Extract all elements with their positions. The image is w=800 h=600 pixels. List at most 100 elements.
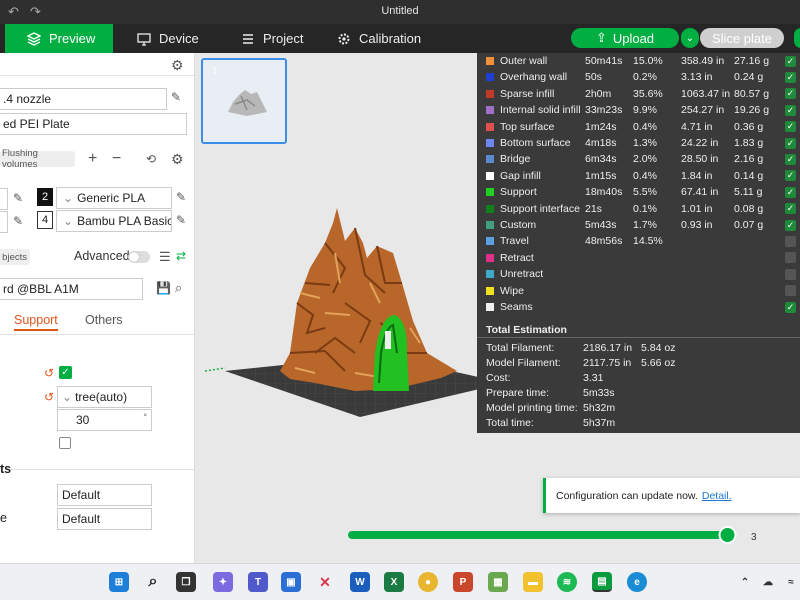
visibility-checkbox[interactable]	[785, 235, 796, 247]
nozzle-select[interactable]: .4 nozzle	[0, 88, 167, 110]
total-v2: 5.66 oz	[641, 357, 676, 369]
visibility-checkbox[interactable]: ✓	[785, 121, 796, 133]
notification-detail-link[interactable]: Detail.	[702, 490, 732, 502]
app-icon[interactable]: ✕	[315, 572, 335, 592]
upload-dropdown[interactable]: ⌄	[681, 28, 699, 48]
edge-icon[interactable]: e	[627, 572, 647, 592]
layer-slider-value: 3	[751, 532, 757, 543]
visibility-checkbox[interactable]: ✓	[785, 203, 796, 215]
upload-button[interactable]: ⇪ Upload	[571, 28, 679, 48]
powerpoint-icon[interactable]: P	[453, 572, 473, 592]
teams-icon[interactable]: T	[248, 572, 268, 592]
chevron-down-icon: ⌄	[62, 390, 73, 404]
tab-support[interactable]: Support	[14, 313, 58, 331]
visibility-checkbox[interactable]: ✓	[785, 104, 796, 116]
default-select-1[interactable]: Default	[57, 484, 152, 506]
edit-icon[interactable]: ✎	[176, 213, 186, 227]
reset-icon[interactable]: ↺	[44, 390, 54, 404]
color-swatch	[486, 221, 494, 229]
bambu-studio-icon[interactable]: ▤	[592, 572, 612, 592]
default-select-2[interactable]: Default	[57, 508, 152, 530]
chrome-icon[interactable]: ●	[418, 572, 438, 592]
tab-calibration[interactable]: Calibration	[337, 24, 421, 53]
task-view-icon[interactable]: ❐	[176, 572, 196, 592]
word-icon[interactable]: W	[350, 572, 370, 592]
visibility-checkbox[interactable]: ✓	[785, 301, 796, 313]
visibility-checkbox[interactable]	[785, 285, 796, 297]
filament-select-4[interactable]: ⌄ Bambu PLA Basic	[56, 210, 172, 232]
edit-icon[interactable]: ✎	[176, 190, 186, 204]
edit-icon[interactable]: ✎	[171, 90, 181, 104]
visibility-checkbox[interactable]: ✓	[785, 153, 796, 165]
visibility-checkbox[interactable]: ✓	[785, 55, 796, 67]
search-icon[interactable]: ⌕	[175, 280, 182, 296]
plate-select[interactable]: ed PEI Plate	[0, 113, 187, 135]
wifi-icon[interactable]: ≈	[781, 572, 800, 592]
toggle-knob	[129, 252, 139, 262]
slice-plate-button[interactable]: Slice plate	[700, 28, 784, 48]
layer-slider-knob[interactable]	[718, 526, 737, 544]
support-type-select[interactable]: ⌄ tree(auto)	[57, 386, 152, 408]
start-icon[interactable]: ⊞	[109, 572, 129, 592]
stat-len: 3.13 in	[681, 71, 713, 84]
list-view-icon[interactable]: ☰	[159, 249, 171, 265]
enable-support-checkbox[interactable]: ✓	[59, 366, 72, 379]
chevron-up-icon[interactable]: ⌃	[735, 572, 755, 592]
stat-pct: 0.4%	[633, 169, 657, 182]
advanced-toggle[interactable]	[128, 251, 150, 263]
overflow-button[interactable]	[794, 28, 800, 48]
visibility-checkbox[interactable]	[785, 268, 796, 280]
stat-pct: 35.6%	[633, 87, 663, 100]
flushing-volumes-button[interactable]: Flushing volumes	[0, 148, 75, 170]
remove-filament-icon[interactable]: −	[112, 150, 121, 168]
notification-text: Configuration can update now.	[556, 489, 698, 502]
stat-len: 254.27 in	[681, 104, 725, 117]
stat-pct: 15.0%	[633, 55, 663, 67]
tab-preview[interactable]: Preview	[5, 24, 113, 53]
reset-icon[interactable]: ↺	[44, 366, 54, 380]
filament-slot-1[interactable]	[0, 188, 8, 210]
add-filament-icon[interactable]: +	[88, 150, 97, 168]
visibility-checkbox[interactable]: ✓	[785, 88, 796, 100]
gear-icon	[338, 33, 350, 44]
layer-slider-track[interactable]	[348, 531, 735, 539]
tab-project[interactable]: Project	[241, 24, 303, 53]
stat-name: Travel	[500, 235, 529, 248]
excel-icon[interactable]: X	[384, 572, 404, 592]
support-option-checkbox[interactable]	[59, 437, 71, 449]
edit-icon[interactable]: ✎	[13, 191, 23, 205]
objects-button[interactable]: bjects	[0, 249, 30, 265]
filament-settings-icon[interactable]: ⚙	[171, 151, 184, 168]
visibility-checkbox[interactable]	[785, 252, 796, 264]
file-explorer-icon[interactable]: ▬	[523, 572, 543, 592]
photos-icon[interactable]: ▦	[488, 572, 508, 592]
tab-project-label: Project	[263, 31, 304, 46]
visibility-checkbox[interactable]: ✓	[785, 71, 796, 83]
plate-thumbnail[interactable]: 1	[201, 58, 287, 144]
visibility-checkbox[interactable]: ✓	[785, 186, 796, 198]
spotify-icon[interactable]: ≋	[557, 572, 577, 592]
process-preset-select[interactable]: rd @BBL A1M	[0, 278, 143, 300]
total-label: Total time:	[486, 417, 534, 429]
filament-slot-3[interactable]	[0, 211, 8, 233]
copilot-icon[interactable]: ✦	[213, 572, 233, 592]
tab-others[interactable]: Others	[85, 313, 123, 327]
store-icon[interactable]: ▣	[281, 572, 301, 592]
chevron-down-icon: ⌄	[63, 191, 74, 205]
compare-icon[interactable]: ⇄	[176, 249, 186, 263]
visibility-checkbox[interactable]: ✓	[785, 137, 796, 149]
threshold-angle-input[interactable]: 30 °	[57, 409, 152, 431]
settings-gear-icon[interactable]: ⚙	[171, 57, 184, 74]
save-icon[interactable]: 💾	[156, 281, 171, 295]
sync-icon[interactable]: ⟲	[146, 152, 156, 166]
visibility-checkbox[interactable]: ✓	[785, 219, 796, 231]
stat-row: Internal solid infill 33m23s 9.9% 254.27 in…	[477, 102, 800, 118]
search-icon[interactable]: ⌕	[143, 572, 163, 592]
cloud-icon[interactable]: ☁	[758, 572, 778, 592]
stat-row: Outer wall 50m41s 15.0% 358.49 in 27.16 g ✓	[477, 53, 800, 69]
tab-device[interactable]: Device	[137, 24, 199, 53]
edit-icon[interactable]: ✎	[13, 214, 23, 228]
filament-select-2[interactable]: ⌄ Generic PLA	[56, 187, 172, 209]
total-row: Model Filament: 2117.75 in 5.66 oz	[477, 355, 800, 371]
visibility-checkbox[interactable]: ✓	[785, 170, 796, 182]
